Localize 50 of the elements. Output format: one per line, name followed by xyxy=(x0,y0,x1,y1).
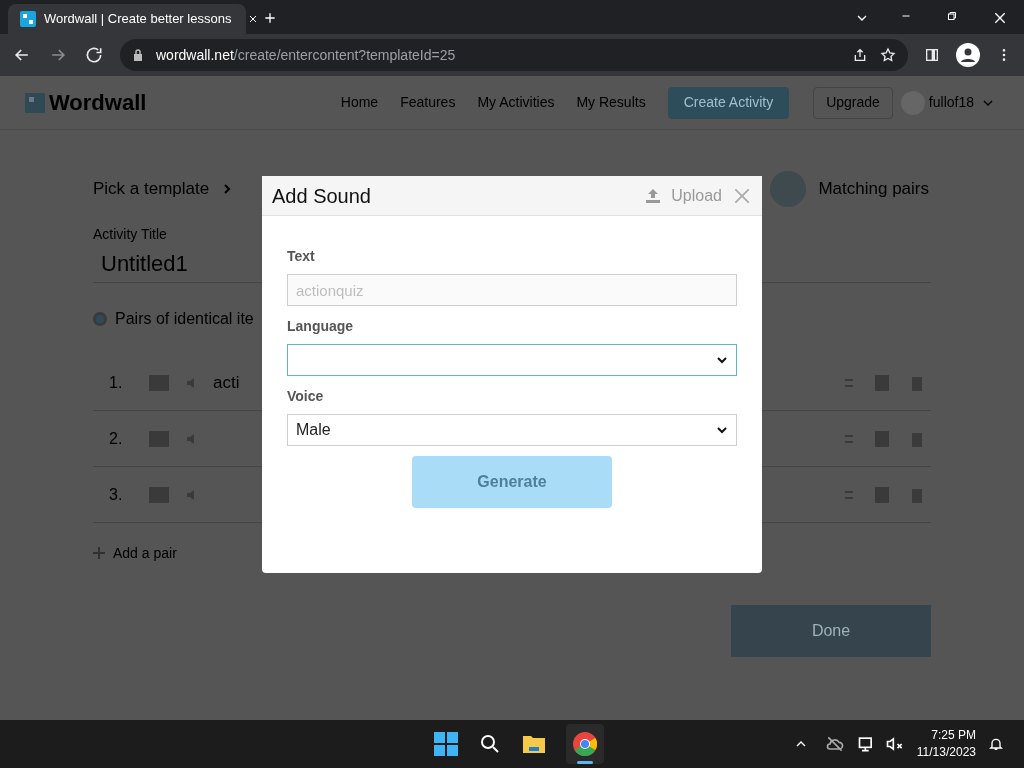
chevron-down-icon xyxy=(716,354,728,366)
new-tab-icon[interactable] xyxy=(262,10,278,26)
share-icon[interactable] xyxy=(852,47,868,63)
cloud-off-icon[interactable] xyxy=(824,734,845,754)
logo-icon xyxy=(25,92,45,113)
option-label[interactable]: Pairs of identical ite xyxy=(115,307,254,331)
row-number: 2. xyxy=(108,428,124,449)
text-field[interactable]: actionquiz xyxy=(287,274,737,306)
profile-icon[interactable] xyxy=(956,43,980,67)
voice-dropdown[interactable]: Male xyxy=(287,414,737,446)
row-text[interactable]: acti xyxy=(213,369,240,396)
nav-link[interactable]: My Results xyxy=(576,92,646,113)
side-panel-icon[interactable] xyxy=(924,47,940,63)
site-logo[interactable]: Wordwall xyxy=(49,86,147,119)
clock-date[interactable]: 11/13/2023 xyxy=(916,744,976,761)
url-text: wordwall.net/create/entercontent?templateId=25 xyxy=(156,45,456,65)
row-number: 1. xyxy=(108,372,124,393)
clock-time[interactable]: 7:25 PM xyxy=(931,727,976,744)
activity-title-label: Activity Title xyxy=(93,225,168,244)
star-icon[interactable] xyxy=(880,47,896,63)
breadcrumb-link[interactable]: Pick a template xyxy=(93,176,210,202)
chevron-down-icon xyxy=(716,424,728,436)
lock-icon xyxy=(132,49,144,61)
dialog-title: Add Sound xyxy=(272,183,371,209)
create-activity-button[interactable]: Create Activity xyxy=(667,86,790,119)
browser-taskbar-button[interactable] xyxy=(566,724,604,764)
field-label: Voice xyxy=(287,387,325,406)
notification-bell-icon[interactable] xyxy=(988,736,1004,752)
site-favicon-icon xyxy=(20,11,36,27)
upgrade-button[interactable]: Upgrade xyxy=(813,86,893,119)
nav-link[interactable]: My Activities xyxy=(477,92,555,113)
upload-button[interactable]: Upload xyxy=(645,183,722,208)
field-label: Language xyxy=(287,317,355,336)
done-button[interactable]: Done xyxy=(731,605,931,657)
browser-icon xyxy=(573,732,597,756)
close-icon[interactable] xyxy=(992,10,1008,26)
upload-icon xyxy=(645,187,662,204)
add-pair-link[interactable]: Add a pair xyxy=(113,542,177,564)
radio-button[interactable] xyxy=(93,312,107,326)
start-icon[interactable] xyxy=(434,732,458,756)
reload-icon[interactable] xyxy=(84,45,104,65)
restore-icon[interactable] xyxy=(946,10,958,22)
field-label: Text xyxy=(287,247,316,266)
nav-link[interactable]: Features xyxy=(400,92,456,113)
user-menu[interactable]: fullof18 xyxy=(928,92,974,113)
nav-link[interactable]: Home xyxy=(340,92,379,113)
address-bar[interactable]: wordwall.net/create/entercontent?templateId=25 xyxy=(120,39,908,71)
template-name: Matching pairs xyxy=(818,178,929,201)
tab-title: Wordwall | Create better lessons xyxy=(44,10,232,29)
row-number: 3. xyxy=(108,484,124,505)
